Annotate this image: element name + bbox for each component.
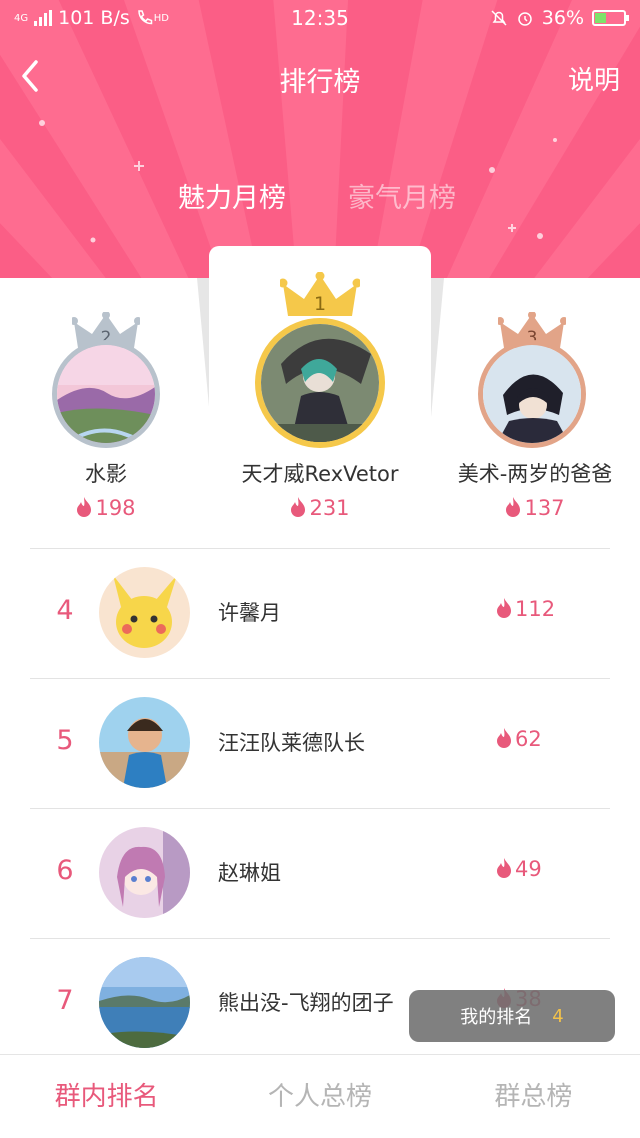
rank-number: 4: [56, 595, 74, 626]
flame-icon: [497, 598, 511, 618]
top-user-score: 137: [440, 496, 630, 520]
nav-group-total[interactable]: 群总榜: [427, 1055, 640, 1138]
flame-icon: [497, 858, 511, 878]
list-item[interactable]: 5 汪汪队莱德队长 62: [0, 679, 640, 809]
avatar: [99, 567, 190, 658]
rank-number: 5: [56, 725, 74, 756]
top-user-name: 美术-两岁的爸爸: [457, 462, 613, 486]
battery-icon: [592, 10, 629, 26]
flame-icon: [77, 497, 92, 517]
list-item[interactable]: 6 赵琳姐 49: [0, 809, 640, 939]
tab-charm-monthly[interactable]: 魅力月榜: [178, 176, 286, 215]
avatar: [52, 340, 160, 448]
avatar: [99, 827, 190, 918]
flame-icon: [506, 497, 521, 517]
my-rank-value: 4: [552, 1005, 564, 1027]
user-score: 62: [496, 727, 542, 751]
clock: 12:35: [291, 6, 349, 30]
user-name: 许馨月: [218, 601, 281, 625]
my-rank-label: 我的排名: [460, 1007, 533, 1028]
header-banner: 4G 101 B/s HD 12:35 36% 排行榜 说明 魅力月榜 豪气月榜: [0, 0, 640, 278]
rank-number: 7: [56, 985, 74, 1016]
nav-group-ranking[interactable]: 群内排名: [0, 1055, 213, 1138]
page-title: 排行榜: [279, 67, 361, 98]
avatar: [99, 957, 190, 1048]
status-bar: 4G 101 B/s HD 12:35 36%: [0, 0, 640, 36]
avatar: [478, 340, 586, 448]
tab-rich-monthly[interactable]: 豪气月榜: [348, 176, 456, 215]
avatar: [255, 318, 385, 448]
user-name: 汪汪队莱德队长: [218, 731, 365, 755]
flame-icon: [497, 728, 511, 748]
sunburst-background: [0, 0, 640, 278]
user-name: 熊出没-飞翔的团子: [218, 991, 394, 1015]
top-user-name: 天才威RexVetor: [241, 462, 399, 486]
flame-icon: [291, 497, 306, 517]
my-rank-toast[interactable]: 我的排名 4: [409, 990, 615, 1042]
bottom-nav: 群内排名 个人总榜 群总榜: [0, 1054, 640, 1138]
nav-personal-total[interactable]: 个人总榜: [213, 1055, 426, 1138]
user-score: 112: [496, 597, 555, 621]
rank-number: 6: [56, 855, 74, 886]
top-user-score: 198: [22, 496, 190, 520]
avatar: [99, 697, 190, 788]
podium-shadow-right: [430, 278, 444, 428]
user-name: 赵琳姐: [218, 861, 281, 885]
top-user-score: 231: [209, 496, 431, 520]
help-button[interactable]: 说明: [568, 60, 620, 97]
crown-rank-number: 1: [314, 293, 326, 315]
list-item[interactable]: 4 许馨月 112: [0, 549, 640, 679]
user-score: 49: [496, 857, 542, 881]
gold-crown-icon: 1: [280, 272, 360, 316]
top-user-name: 水影: [85, 462, 127, 486]
